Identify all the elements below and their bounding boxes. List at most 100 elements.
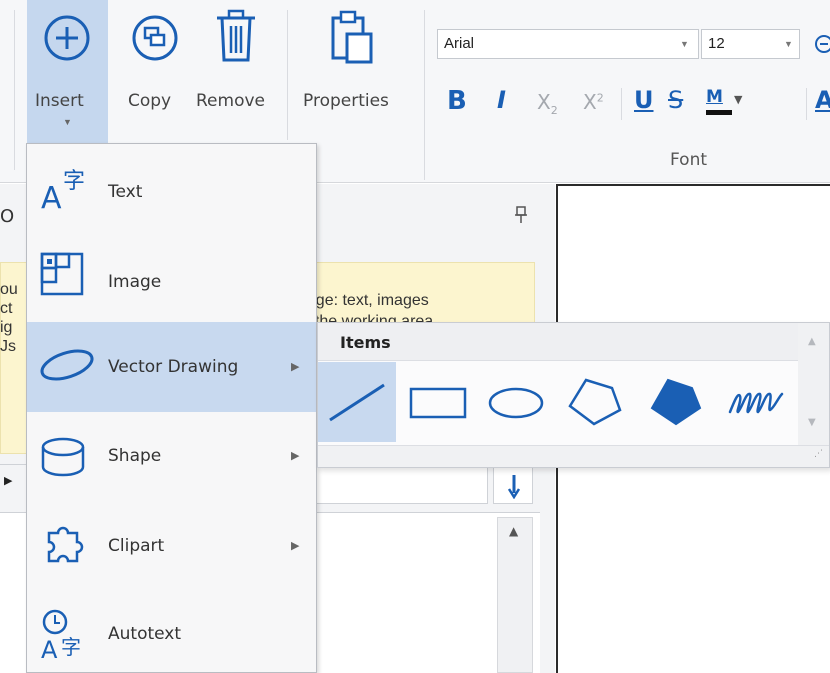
clipboard-icon: [331, 10, 373, 64]
italic-button[interactable]: I: [497, 86, 506, 114]
rectangle-tool-icon: [409, 387, 467, 419]
image-insert-icon: [40, 252, 84, 296]
menu-item-shape[interactable]: Shape ▶: [27, 412, 316, 502]
pane-title: O: [0, 206, 15, 227]
resize-grip-icon[interactable]: ⋰: [814, 449, 823, 459]
hint-fragment: ou: [0, 281, 18, 298]
submenu-arrow-icon: ▶: [291, 449, 300, 462]
ellipse-icon: [40, 349, 94, 381]
ellipse-tool-icon: [488, 387, 544, 419]
hint-fragment: ig: [0, 319, 13, 336]
freehand-tool-button[interactable]: [716, 362, 792, 442]
chevron-down-icon: ▼: [680, 39, 689, 49]
bold-button[interactable]: B: [447, 86, 467, 116]
rectangle-tool-button[interactable]: [400, 362, 476, 442]
autotext-icon: A 字: [41, 609, 81, 662]
hint-fragment: Js: [0, 338, 16, 355]
gallery-scrollbar[interactable]: ▲ ▼: [798, 323, 829, 445]
subscript-suffix: 2: [550, 104, 558, 117]
menu-item-image[interactable]: Image: [27, 236, 316, 326]
menu-item-label: Clipart: [108, 536, 165, 556]
menu-item-label: Autotext: [108, 624, 182, 644]
superscript-label: X: [583, 90, 597, 114]
font-color-button[interactable]: A: [815, 86, 830, 114]
menu-item-label: Text: [108, 182, 143, 202]
properties-button[interactable]: Properties: [293, 0, 413, 143]
hint-clip: in the working area: [298, 312, 538, 322]
line-tool-button[interactable]: [318, 362, 396, 442]
insert-label: Insert: [35, 91, 84, 111]
subscript-button[interactable]: X2: [537, 90, 558, 117]
filled-polygon-tool-icon: [650, 378, 702, 426]
hint-text-line: in the working area: [298, 313, 434, 322]
text-insert-icon: A 字: [41, 169, 85, 214]
down-arrow-icon: [507, 475, 521, 499]
svg-text:字: 字: [63, 169, 85, 194]
scroll-up-icon[interactable]: ▲: [509, 524, 518, 538]
superscript-button[interactable]: X2: [583, 90, 604, 114]
menu-item-label: Vector Drawing: [108, 357, 239, 377]
polygon-tool-icon: [568, 378, 622, 426]
chevron-down-icon: ▼: [784, 39, 793, 49]
menu-item-autotext[interactable]: A 字 Autotext: [27, 590, 316, 672]
vector-drawing-submenu: Items ▲ ▼ ⋰: [317, 322, 830, 468]
remove-label: Remove: [196, 91, 265, 111]
line-tool-icon: [329, 383, 385, 422]
plus-circle-icon: [44, 15, 90, 61]
hint-text-line: page: text, images: [298, 292, 429, 309]
font-group-label: Font: [670, 150, 708, 170]
menu-item-vector-drawing[interactable]: Vector Drawing ▶: [27, 322, 316, 412]
ribbon-separator: [14, 10, 15, 170]
font-name-value: Arial: [444, 35, 475, 52]
submenu-footer: ⋰: [318, 445, 829, 467]
polygon-tool-button[interactable]: [556, 362, 630, 442]
menu-item-clipart[interactable]: Clipart ▶: [27, 502, 316, 592]
highlight-color-swatch: [706, 110, 732, 115]
copy-label: Copy: [128, 91, 172, 111]
chevron-down-icon: ▼: [734, 93, 743, 106]
properties-label: Properties: [303, 91, 389, 111]
filled-polygon-tool-button[interactable]: [636, 362, 710, 442]
svg-text:A: A: [41, 181, 62, 214]
highlight-label: M: [706, 87, 723, 107]
superscript-suffix: 2: [596, 91, 604, 105]
highlight-color-button[interactable]: M ▼: [704, 87, 748, 123]
trash-icon: [217, 9, 255, 62]
copy-button[interactable]: Copy: [118, 0, 190, 143]
submenu-title: Items: [340, 333, 391, 352]
grow-font-icon[interactable]: [810, 34, 830, 54]
ellipse-tool-button[interactable]: [478, 362, 552, 442]
scroll-down-icon[interactable]: ▼: [808, 417, 816, 428]
expand-arrow-icon[interactable]: ▶: [4, 474, 12, 487]
pin-icon[interactable]: [514, 206, 528, 224]
font-size-value: 12: [708, 35, 725, 52]
strikethrough-button[interactable]: S: [668, 86, 683, 114]
list-search-field[interactable]: [310, 466, 488, 504]
insert-menu: A 字 Text Image Vector Drawing ▶ Shape ▶: [26, 143, 317, 673]
ribbon-separator: [287, 10, 288, 140]
menu-item-label: Image: [108, 272, 162, 292]
sort-button[interactable]: [493, 466, 533, 504]
underline-button[interactable]: U: [634, 86, 654, 114]
menu-item-text[interactable]: A 字 Text: [27, 146, 316, 236]
svg-text:A: A: [41, 636, 58, 662]
font-name-combo[interactable]: Arial ▼: [437, 29, 699, 59]
copy-icon: [132, 15, 178, 61]
list-scrollbar[interactable]: ▲: [497, 517, 533, 673]
submenu-arrow-icon: ▶: [291, 539, 300, 552]
freehand-tool-icon: [728, 392, 784, 414]
remove-button[interactable]: Remove: [193, 0, 283, 143]
chevron-down-icon: ▼: [63, 117, 72, 127]
hint-fragment: ct: [0, 300, 13, 317]
submenu-arrow-icon: ▶: [291, 360, 300, 373]
menu-item-label: Shape: [108, 446, 162, 466]
ribbon-separator: [424, 10, 425, 180]
format-separator: [806, 88, 807, 120]
puzzle-icon: [47, 526, 84, 563]
scroll-up-icon[interactable]: ▲: [808, 336, 816, 347]
format-separator: [621, 88, 622, 120]
font-size-combo[interactable]: 12 ▼: [701, 29, 800, 59]
svg-text:字: 字: [61, 635, 81, 659]
cylinder-shape-icon: [41, 437, 85, 477]
insert-button[interactable]: Insert ▼: [27, 0, 108, 143]
